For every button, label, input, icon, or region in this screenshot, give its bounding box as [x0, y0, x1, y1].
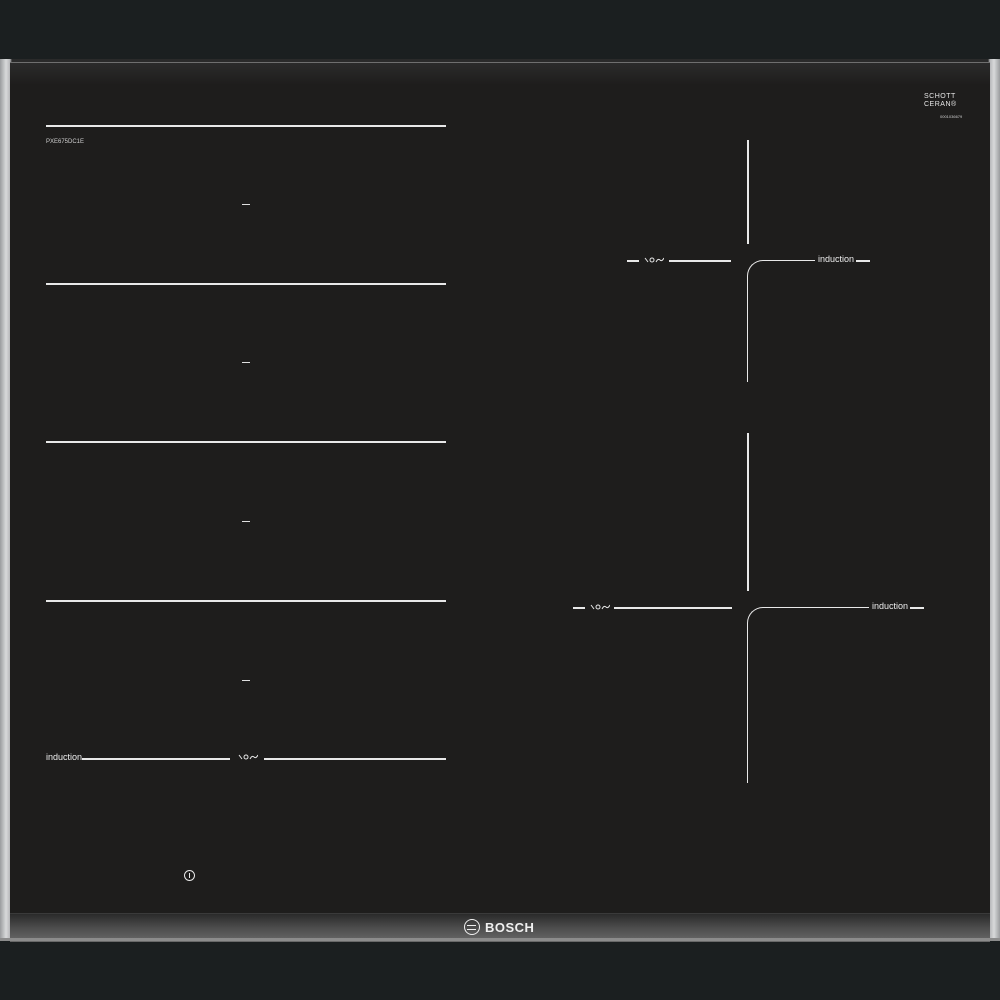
- zone-label-right-top: induction: [818, 254, 855, 264]
- glass-maker-brand: CERAN®: [924, 101, 957, 108]
- flex-induction-icon: [238, 754, 258, 760]
- zone-vertical-line: [747, 433, 749, 591]
- zone-divider: [669, 260, 731, 262]
- zone-divider: [264, 758, 446, 760]
- zone-divider: [910, 607, 924, 609]
- zone-divider: [627, 260, 639, 262]
- zone-corner: [747, 260, 815, 382]
- zone-divider: [856, 260, 870, 262]
- zone-divider: [46, 441, 446, 443]
- model-number: PXE675DC1E: [46, 139, 85, 145]
- zone-divider: [573, 607, 585, 609]
- brand-logo: BOSCH: [464, 918, 534, 936]
- glass-maker-logo: SCHOTT CERAN®: [924, 93, 957, 109]
- zone-corner: [747, 607, 869, 783]
- zone-marker: [242, 680, 250, 681]
- ceramic-glass-surface: [10, 62, 990, 938]
- glass-maker-name: SCHOTT: [924, 93, 956, 100]
- zone-label-right-bottom: induction: [872, 601, 909, 611]
- power-icon[interactable]: [184, 870, 195, 881]
- bosch-logo-icon: [464, 919, 480, 935]
- zone-vertical-line: [747, 140, 749, 244]
- zone-marker: [242, 204, 250, 205]
- flex-induction-icon: [644, 257, 664, 263]
- zone-divider: [46, 600, 446, 602]
- zone-label-left: induction: [46, 752, 83, 762]
- zone-divider: [614, 607, 732, 609]
- zone-divider: [46, 283, 446, 285]
- zone-divider: [82, 758, 230, 760]
- zone-marker: [242, 362, 250, 363]
- glass-serial: 0001036679: [940, 114, 963, 119]
- flex-induction-icon: [590, 604, 610, 610]
- top-trim: [10, 62, 990, 85]
- brand-name: BOSCH: [485, 919, 535, 935]
- zone-divider: [46, 125, 446, 127]
- bottom-steel-edge: [0, 938, 1000, 941]
- zone-marker: [242, 521, 250, 522]
